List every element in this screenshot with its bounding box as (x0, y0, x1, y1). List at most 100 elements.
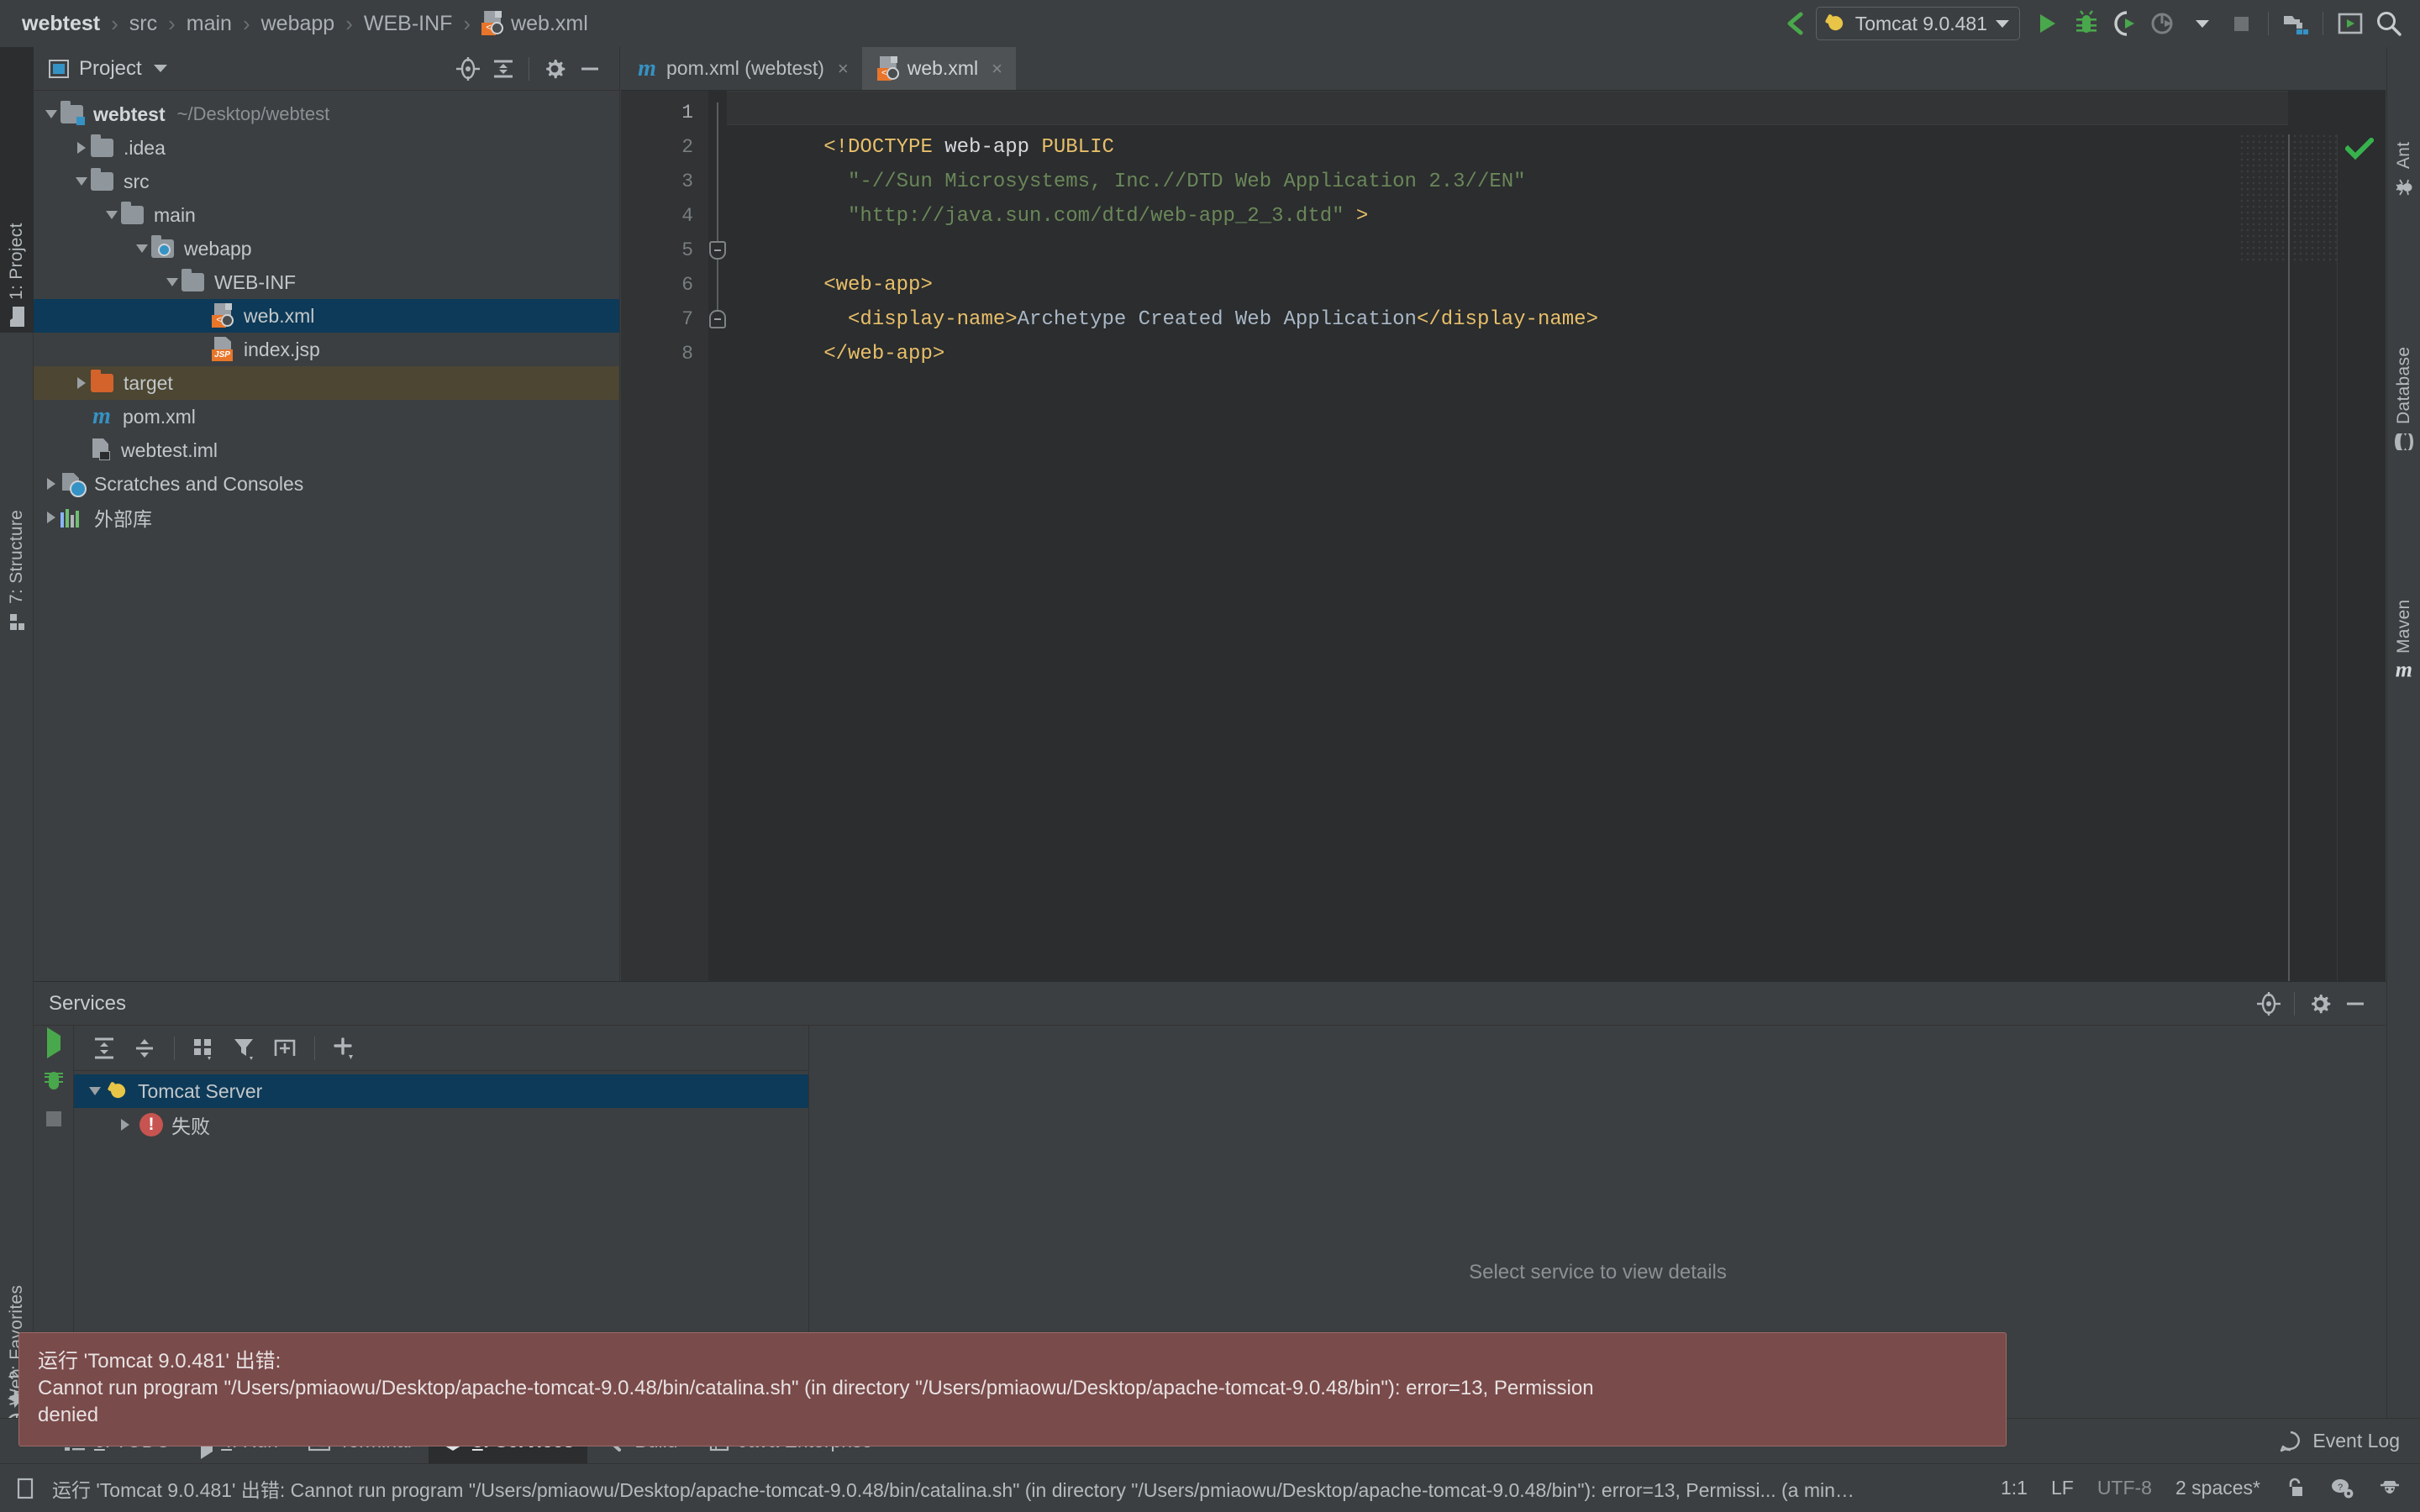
line-number: 4 (681, 199, 693, 234)
debug-icon[interactable] (2067, 4, 2106, 43)
breadcrumb-item-src[interactable]: src (126, 12, 160, 36)
chevron-down-icon[interactable] (42, 110, 60, 118)
unlocked-icon[interactable] (2284, 1477, 2306, 1500)
tree-row-target[interactable]: target (34, 366, 619, 400)
add-tab-icon[interactable] (266, 1030, 303, 1067)
filter-icon[interactable] (226, 1030, 263, 1067)
ok-checkmark-icon (2345, 138, 2374, 160)
breadcrumb-separator-icon: › (235, 11, 258, 37)
code-folding-gutter[interactable] (708, 91, 727, 981)
gear-icon[interactable] (2302, 986, 2338, 1021)
inspection-gear-icon[interactable]: ? (2329, 1477, 2354, 1500)
breadcrumb-item-webinf[interactable]: WEB-INF (360, 12, 456, 36)
indent-setting[interactable]: 2 spaces* (2175, 1477, 2260, 1499)
profile-icon[interactable] (2144, 4, 2183, 43)
code-token: </display-name> (1417, 308, 1598, 331)
chevron-down-icon[interactable] (163, 278, 182, 286)
run-icon[interactable] (47, 1036, 60, 1051)
chevron-down-icon[interactable] (154, 65, 167, 72)
chevron-down-icon[interactable] (133, 244, 151, 253)
close-icon[interactable]: × (992, 58, 1002, 80)
tab-pom-xml[interactable]: m pom.xml (webtest) × (621, 47, 862, 90)
profile-dropdown-icon[interactable] (2183, 4, 2222, 43)
services-toolbar (74, 1026, 808, 1071)
run-configuration-selector[interactable]: Tomcat 9.0.481 (1816, 7, 2020, 40)
chevron-right-icon[interactable] (72, 377, 91, 389)
sidebar-item-database[interactable]: Database (2387, 215, 2420, 459)
code-editor[interactable]: 1 2 3 4 5 6 7 8 <!DOCTYPE web-app PUBLIC… (621, 91, 2386, 981)
sidebar-item-label: 7: Structure (7, 510, 27, 604)
error-notification-balloon[interactable]: 运行 'Tomcat 9.0.481' 出错: Cannot run progr… (18, 1332, 2007, 1446)
tree-row-external-libraries[interactable]: 外部库 (34, 501, 619, 534)
tree-row-webtest-iml[interactable]: webtest.iml (34, 433, 619, 467)
services-placeholder-text: Select service to view details (1469, 1261, 1727, 1284)
run-with-coverage-icon[interactable] (2106, 4, 2144, 43)
add-icon[interactable] (326, 1030, 363, 1067)
tree-row-index-jsp[interactable]: JSP index.jsp (34, 333, 619, 366)
tree-row-webapp[interactable]: webapp (34, 232, 619, 265)
locate-icon[interactable] (450, 51, 486, 87)
updates-icon[interactable] (2331, 4, 2370, 43)
back-arrow-icon[interactable] (1777, 4, 1816, 43)
breadcrumb-item-webapp[interactable]: webapp (258, 12, 339, 36)
maven-pom-icon: m (636, 57, 658, 81)
locate-icon[interactable] (2251, 986, 2286, 1021)
tree-label: Scratches and Consoles (94, 473, 303, 496)
sidebar-item-structure[interactable]: 7: Structure (0, 334, 34, 637)
breadcrumb-item-file[interactable]: < web.xml (478, 11, 592, 36)
code-token: "http://java.sun.com/dtd/web-app_2_3.dtd… (823, 205, 1344, 228)
chevron-down-icon[interactable] (72, 177, 91, 186)
project-structure-icon[interactable] (2276, 4, 2315, 43)
hide-icon[interactable] (2338, 986, 2373, 1021)
sidebar-item-ant[interactable]: Ant (2387, 54, 2420, 205)
inspection-gutter[interactable] (2337, 134, 2386, 981)
event-log-button[interactable]: Event Log (2279, 1430, 2420, 1453)
chevron-right-icon[interactable] (116, 1119, 134, 1131)
chevron-down-icon[interactable] (86, 1087, 104, 1095)
services-row-failure[interactable]: ! 失败 (74, 1108, 808, 1142)
search-everywhere-icon[interactable] (2370, 4, 2408, 43)
sidebar-item-maven[interactable]: m Maven (2387, 467, 2420, 685)
hide-icon[interactable] (572, 51, 608, 87)
tree-row-pom-xml[interactable]: m pom.xml (34, 400, 619, 433)
breadcrumb-item-project[interactable]: webtest (18, 12, 103, 36)
tree-row-idea[interactable]: .idea (34, 131, 619, 165)
file-encoding[interactable]: UTF-8 (2097, 1477, 2152, 1499)
chevron-down-icon[interactable] (103, 211, 121, 219)
tree-row-main[interactable]: main (34, 198, 619, 232)
gear-icon[interactable] (537, 51, 572, 87)
chevron-right-icon[interactable] (72, 142, 91, 154)
tab-web-xml[interactable]: < web.xml × (862, 47, 1016, 90)
tree-row-scratches[interactable]: Scratches and Consoles (34, 467, 619, 501)
close-icon[interactable]: × (838, 58, 849, 80)
chevron-right-icon[interactable] (42, 478, 60, 490)
tree-row-web-xml[interactable]: < web.xml (34, 299, 619, 333)
tree-row-webinf[interactable]: WEB-INF (34, 265, 619, 299)
collapse-all-icon[interactable] (486, 51, 521, 87)
breadcrumb-file-label: web.xml (511, 12, 588, 36)
caret-position[interactable]: 1:1 (2001, 1477, 2028, 1499)
run-icon[interactable] (2028, 4, 2067, 43)
sidebar-item-project[interactable]: 1: Project (0, 47, 34, 333)
line-separator[interactable]: LF (2051, 1477, 2074, 1499)
status-bar-message[interactable]: 运行 'Tomcat 9.0.481' 出错: Cannot run progr… (52, 1474, 1859, 1503)
detective-icon[interactable] (2378, 1477, 2402, 1500)
tab-label: pom.xml (webtest) (666, 57, 824, 80)
stop-icon[interactable] (2222, 4, 2260, 43)
breadcrumb-separator-icon: › (455, 11, 478, 37)
fold-marker-open-icon[interactable] (709, 241, 726, 260)
breadcrumb-item-main[interactable]: main (183, 12, 235, 36)
tree-row-src[interactable]: src (34, 165, 619, 198)
tree-label: web.xml (244, 305, 314, 328)
services-row-tomcat-server[interactable]: Tomcat Server (74, 1074, 808, 1108)
debug-icon[interactable] (43, 1069, 65, 1093)
fold-marker-close-icon[interactable] (709, 310, 726, 328)
chevron-right-icon[interactable] (42, 512, 60, 523)
group-by-icon[interactable] (186, 1030, 223, 1067)
tree-row-webtest[interactable]: webtest ~/Desktop/webtest (34, 97, 619, 131)
expand-all-icon[interactable] (86, 1030, 123, 1067)
collapse-all-icon[interactable] (126, 1030, 163, 1067)
code-token: Archetype Created Web Application (1018, 308, 1417, 331)
stop-icon[interactable] (46, 1111, 61, 1126)
notification-icon[interactable] (15, 1477, 37, 1500)
